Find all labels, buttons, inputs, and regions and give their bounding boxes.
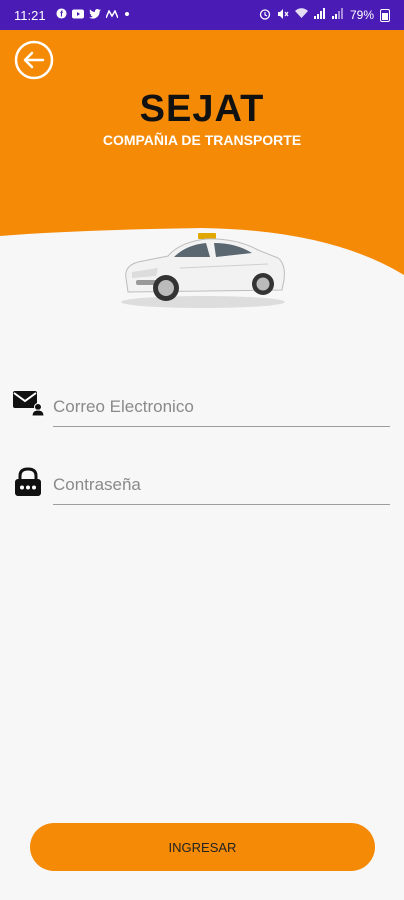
battery-icon	[380, 8, 390, 22]
brand-subtitle: COMPAÑIA DE TRANSPORTE	[102, 132, 302, 148]
mute-icon	[277, 8, 289, 23]
signal-icon	[313, 8, 326, 22]
taxi-car-image	[118, 228, 288, 310]
email-field-row	[12, 388, 392, 428]
email-input[interactable]	[53, 392, 390, 427]
battery-percent: 79%	[349, 8, 374, 22]
mail-user-icon	[12, 388, 45, 420]
twitter-icon	[88, 8, 101, 22]
svg-text:f: f	[60, 10, 63, 19]
brand-title: SEJAT	[139, 88, 265, 130]
facebook-icon: f	[56, 8, 67, 22]
back-button[interactable]	[14, 40, 54, 80]
youtube-icon	[71, 9, 84, 22]
status-bar: 11:21 f 79%	[0, 0, 404, 30]
back-arrow-icon	[14, 40, 54, 80]
password-input[interactable]	[53, 470, 390, 505]
status-time: 11:21	[14, 7, 46, 23]
notification-dot-icon	[123, 9, 131, 21]
alarm-icon	[259, 8, 271, 23]
lock-icon	[12, 466, 44, 498]
signal-icon-2	[331, 8, 344, 22]
m-app-icon	[104, 9, 119, 21]
wifi-icon	[294, 8, 308, 22]
password-field-row	[12, 466, 392, 506]
login-button[interactable]: INGRESAR	[30, 823, 375, 871]
